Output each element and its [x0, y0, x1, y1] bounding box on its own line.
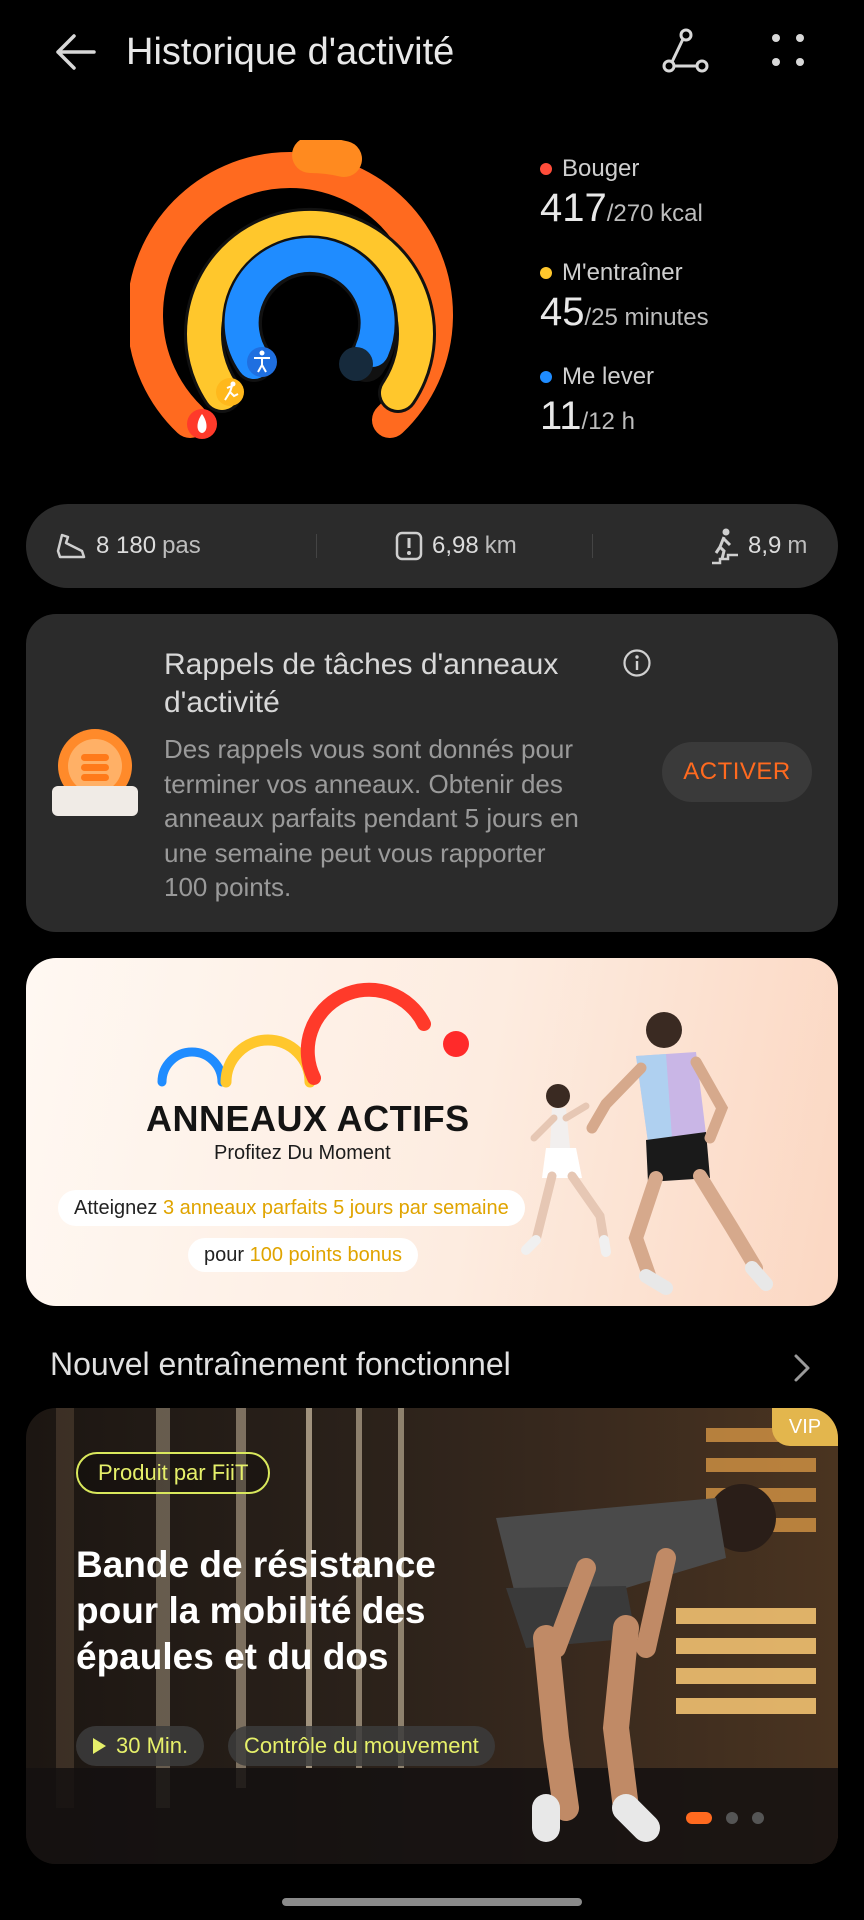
ring-reminder-card: Rappels de tâches d'anneaux d'activité D… [26, 614, 838, 932]
steps-summary: 8 180 pas [54, 504, 201, 588]
active-rings-banner[interactable]: ANNEAUX ACTIFS Profitez Du Moment Atteig… [26, 958, 838, 1306]
running-icon [216, 378, 244, 406]
activate-button[interactable]: ACTIVER [662, 742, 812, 802]
goal-highlight: 3 anneaux parfaits 5 jours par semaine [162, 1197, 509, 1219]
distance-icon [395, 531, 423, 561]
pager-dot-active[interactable] [686, 1812, 712, 1824]
stat-label: Bouger [562, 155, 640, 182]
category-tag: Contrôle du mouvement [228, 1726, 495, 1766]
carousel-pager [686, 1812, 764, 1824]
stat-stand[interactable]: Me lever 11/12 h [540, 360, 840, 464]
producer-tag: Produit par FiiT [76, 1452, 271, 1494]
climb-summary: 8,9 m [710, 504, 807, 588]
play-icon [93, 1738, 106, 1754]
climb-unit: m [787, 532, 808, 559]
more-options-button[interactable] [764, 26, 812, 76]
share-button[interactable] [660, 26, 710, 76]
pager-dot[interactable] [726, 1812, 738, 1824]
flame-icon [187, 409, 217, 439]
banner-subtitle: Profitez Du Moment [214, 1142, 391, 1164]
banner-goal-pill: Atteignez 3 anneaux parfaits 5 jours par… [58, 1190, 525, 1226]
move-dot-icon [540, 163, 552, 175]
chevron-right-icon[interactable] [786, 1350, 816, 1386]
more-dots-icon [772, 34, 804, 66]
reminder-title: Rappels de tâches d'anneaux d'activité [164, 648, 559, 719]
banner-reward-pill: pour 100 points bonus [188, 1238, 418, 1272]
page-title: Historique d'activité [126, 31, 455, 73]
goal-prefix: Atteignez [74, 1197, 163, 1219]
standing-icon [247, 347, 277, 377]
ring-stats: Bouger 417/270 kcal M'entraîner 45/25 mi… [540, 152, 840, 464]
divider [592, 534, 593, 558]
stat-value: 11 [540, 394, 582, 438]
reward-prefix: pour [204, 1244, 250, 1266]
app-header: Historique d'activité [0, 0, 864, 104]
stat-exercise[interactable]: M'entraîner 45/25 minutes [540, 256, 840, 360]
stat-move[interactable]: Bouger 417/270 kcal [540, 152, 840, 256]
back-button[interactable] [50, 28, 102, 76]
distance-unit: km [484, 532, 517, 559]
share-route-icon [662, 28, 709, 73]
info-icon[interactable] [622, 648, 652, 678]
stand-dot-icon [540, 371, 552, 383]
coin-reward-icon [50, 728, 140, 818]
stat-goal: /25 minutes [584, 304, 709, 331]
reward-highlight: 100 points bonus [249, 1244, 402, 1266]
back-arrow-icon [56, 34, 96, 70]
exercise-dot-icon [540, 267, 552, 279]
stat-label: Me lever [562, 363, 655, 390]
stairs-climb-icon [712, 528, 738, 565]
stat-goal: /270 kcal [606, 200, 703, 227]
divider [316, 534, 317, 558]
pager-dot[interactable] [752, 1812, 764, 1824]
stat-value: 417 [540, 186, 607, 230]
activity-rings[interactable] [127, 136, 490, 460]
stat-goal: /12 h [581, 408, 635, 435]
move-ring-overlap [292, 136, 362, 177]
section-title[interactable]: Nouvel entraînement fonctionnel [50, 1346, 511, 1383]
banner-title: ANNEAUX ACTIFS [146, 1098, 470, 1139]
climb-value: 8,9 [748, 532, 782, 559]
steps-unit: pas [162, 532, 201, 559]
shoe-icon [56, 533, 86, 559]
steps-value: 8 180 [96, 532, 157, 559]
workout-card[interactable]: VIP Produit par FiiT Bande de résistance… [26, 1408, 838, 1864]
daily-summary-bar[interactable]: 8 180 pas 6,98 km 8,9 m [26, 504, 838, 588]
workout-title: Bande de résistance pour la mobilité des… [76, 1544, 436, 1677]
duration-value: 30 Min. [116, 1733, 189, 1758]
rings-logo-icon [157, 982, 469, 1088]
duration-tag: 30 Min. [76, 1726, 205, 1766]
distance-summary: 6,98 km [394, 504, 517, 588]
reminder-description: Des rappels vous sont donnés pour termin… [164, 734, 579, 902]
vip-badge: VIP [772, 1408, 838, 1446]
distance-value: 6,98 [432, 532, 479, 559]
runners-illustration [521, 1012, 773, 1295]
stat-label: M'entraîner [562, 259, 683, 286]
home-indicator[interactable] [282, 1898, 582, 1906]
stat-value: 45 [540, 290, 585, 334]
